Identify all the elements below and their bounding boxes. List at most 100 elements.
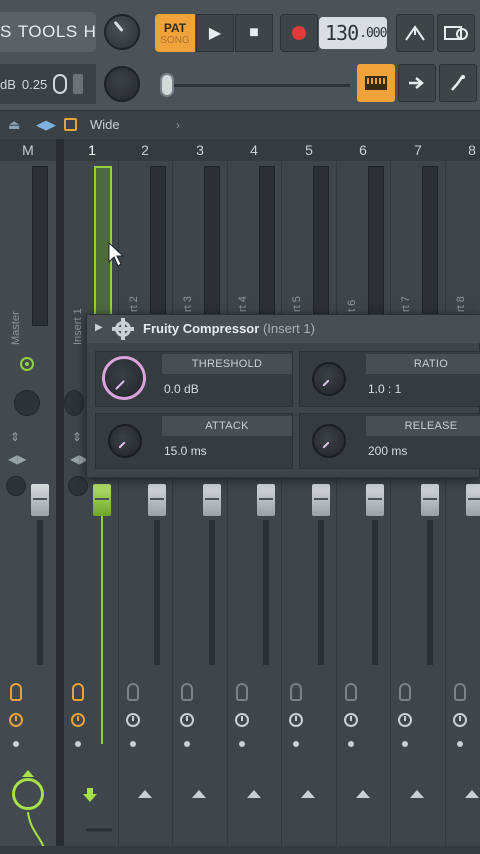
song-label: SONG: [160, 34, 190, 46]
strip-separator: [390, 161, 391, 854]
fader-insert-7[interactable]: [421, 484, 439, 516]
peak-meter-insert-4: [259, 166, 275, 326]
record-button[interactable]: [280, 14, 318, 52]
threshold-knob[interactable]: [102, 356, 146, 400]
record-arm-icon-insert-3[interactable]: [181, 683, 193, 701]
strip-separator: [445, 161, 446, 854]
plugin-picker-button[interactable]: [439, 64, 477, 102]
route-up-arrow-icon[interactable]: [247, 790, 261, 798]
fader-insert-3[interactable]: [203, 484, 221, 516]
insert-upload-icon[interactable]: ⏏: [8, 117, 20, 133]
latency-clock-icon-insert-7[interactable]: [398, 713, 412, 727]
metronome-button[interactable]: [396, 14, 434, 52]
record-arm-icon-insert-2[interactable]: [127, 683, 139, 701]
latency-clock-icon-master[interactable]: [9, 713, 23, 727]
strip-label-insert-1: Insert 1: [72, 308, 84, 345]
swap-stereo-icon-insert-1[interactable]: ⇕: [72, 430, 82, 444]
strip-label-master: Master: [10, 311, 22, 345]
menu-item-tools[interactable]: TOOLS: [18, 22, 78, 42]
record-arm-icon-insert-7[interactable]: [399, 683, 411, 701]
record-arm-icon-master[interactable]: [10, 683, 22, 701]
menu-item-partial[interactable]: S: [0, 22, 12, 42]
peak-meter-insert-2: [150, 166, 166, 326]
chevron-right-icon[interactable]: ›: [176, 118, 180, 132]
record-arm-icon-insert-6[interactable]: [345, 683, 357, 701]
fader-insert-1[interactable]: [93, 484, 111, 516]
route-up-arrow-icon[interactable]: [301, 790, 315, 798]
play-button[interactable]: ▶: [196, 14, 234, 52]
latency-clock-icon-insert-5[interactable]: [289, 713, 303, 727]
song-position-handle[interactable]: [160, 73, 174, 97]
fader-insert-2[interactable]: [148, 484, 166, 516]
metronome-icon: [405, 25, 425, 41]
bottom-edge: [0, 846, 480, 854]
typing-keyboard-button[interactable]: [437, 14, 475, 52]
track-number-1: 1: [88, 142, 96, 158]
latency-clock-icon-insert-1[interactable]: [71, 713, 85, 727]
latency-clock-icon-insert-8[interactable]: [453, 713, 467, 727]
fader-slot-insert-7: [427, 520, 433, 665]
insert-1-pan-knob[interactable]: [64, 390, 84, 416]
master-enable-led[interactable]: [20, 357, 34, 371]
route-up-arrow-icon[interactable]: [410, 790, 424, 798]
ratio-panel: RATIO 1.0 : 1: [299, 351, 480, 407]
view-toggle-icon[interactable]: [64, 118, 77, 131]
strip-dot: [13, 741, 19, 747]
status-value: 0.25: [21, 76, 48, 92]
fader-insert-6[interactable]: [366, 484, 384, 516]
route-up-arrow-icon[interactable]: [465, 790, 479, 798]
plugin-settings-gear-icon[interactable]: [112, 318, 134, 340]
master-pitch-knob[interactable]: [104, 66, 140, 102]
strip-label-insert-7: rt 7: [400, 296, 412, 312]
fader-master[interactable]: [31, 484, 49, 516]
latency-clock-icon-insert-2[interactable]: [126, 713, 140, 727]
record-icon: [292, 26, 306, 40]
arrow-button[interactable]: [398, 64, 436, 102]
plugin-menu-arrow-icon[interactable]: ▶: [95, 322, 103, 333]
route-up-arrow-icon[interactable]: [138, 790, 152, 798]
fruity-compressor-window[interactable]: ▶ Fruity Compressor (Insert 1) THRESHOLD…: [86, 314, 480, 478]
latency-clock-icon-insert-6[interactable]: [344, 713, 358, 727]
stop-button[interactable]: ■: [235, 14, 273, 52]
play-icon: ▶: [208, 25, 222, 42]
attack-value: 15.0 ms: [164, 444, 207, 458]
peak-meter-insert-6: [368, 166, 384, 326]
record-arm-icon-insert-1[interactable]: [72, 683, 84, 701]
fader-insert-8[interactable]: [466, 484, 480, 516]
ratio-knob[interactable]: [312, 362, 346, 396]
ratio-value: 1.0 : 1: [368, 382, 402, 396]
master-swap-button[interactable]: [6, 476, 26, 496]
master-volume-knob[interactable]: [104, 14, 140, 50]
release-knob[interactable]: [312, 424, 346, 458]
plugin-title-bar[interactable]: ▶ Fruity Compressor (Insert 1): [87, 315, 480, 343]
master-pan-knob[interactable]: [14, 390, 40, 416]
strip-separator: [227, 161, 228, 854]
record-arm-icon-insert-8[interactable]: [454, 683, 466, 701]
record-arm-icon-insert-4[interactable]: [236, 683, 248, 701]
record-arm-icon-insert-5[interactable]: [290, 683, 302, 701]
stereo-width-label: Wide: [90, 117, 120, 132]
release-value: 200 ms: [368, 444, 408, 458]
swap-stereo-icon[interactable]: ⇕: [10, 430, 20, 444]
song-position-track[interactable]: [160, 84, 350, 87]
tempo-display[interactable]: 130.000: [319, 17, 387, 49]
strip-label-insert-5: rt 5: [291, 296, 303, 312]
latency-clock-icon-insert-4[interactable]: [235, 713, 249, 727]
send-cable-icon: [27, 811, 112, 849]
stereo-width-icon[interactable]: ◀▶: [8, 452, 26, 466]
route-up-arrow-icon[interactable]: [356, 790, 370, 798]
piano-roll-button[interactable]: [357, 64, 395, 102]
attack-knob[interactable]: [108, 424, 142, 458]
route-up-arrow-icon[interactable]: [192, 790, 206, 798]
strip-dot: [457, 741, 463, 747]
attack-label: ATTACK: [162, 416, 292, 436]
latency-clock-icon-insert-3[interactable]: [180, 713, 194, 727]
menu-item-help[interactable]: HELP: [84, 22, 96, 42]
insert-1-swap-button[interactable]: [68, 476, 88, 496]
strip-dot: [348, 741, 354, 747]
stereo-separation-icon[interactable]: ◀▶: [36, 117, 56, 133]
fader-insert-4[interactable]: [257, 484, 275, 516]
fader-insert-5[interactable]: [312, 484, 330, 516]
pat-song-toggle[interactable]: PAT SONG: [155, 14, 195, 52]
plugin-title: Fruity Compressor (Insert 1): [143, 321, 315, 336]
